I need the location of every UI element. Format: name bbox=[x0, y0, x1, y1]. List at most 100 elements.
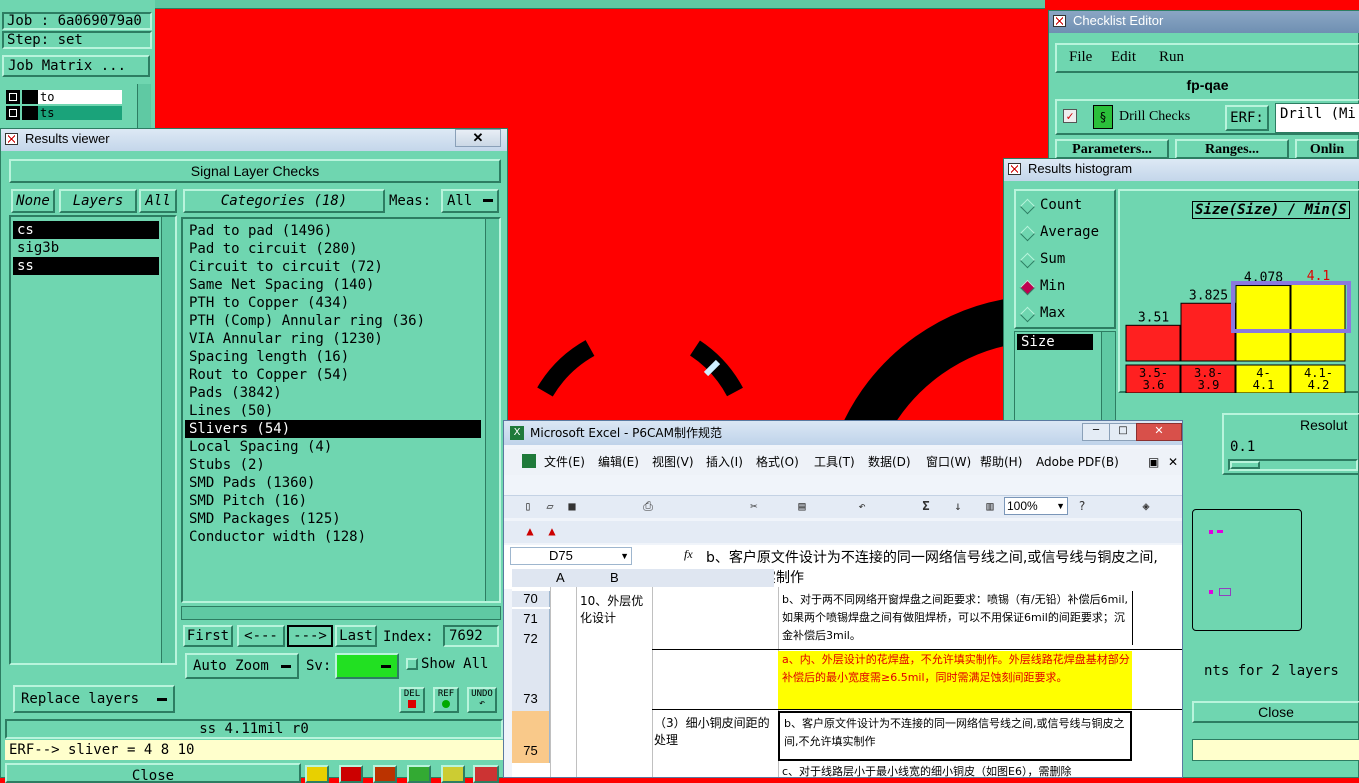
close-icon[interactable]: ✕ bbox=[455, 129, 501, 147]
parameters-button[interactable]: Parameters... bbox=[1055, 139, 1169, 159]
maximize-icon[interactable]: □ bbox=[1109, 423, 1137, 441]
menu-file[interactable]: File bbox=[1069, 49, 1092, 66]
cut-icon[interactable]: ✂ bbox=[746, 498, 762, 514]
sort-icon[interactable]: ↓ bbox=[950, 498, 966, 514]
layer-item-cs[interactable]: cs bbox=[13, 221, 159, 239]
excel-menu-item[interactable]: 编辑(E) bbox=[598, 449, 639, 475]
new-icon[interactable]: ▯ bbox=[520, 498, 536, 514]
first-button[interactable]: First bbox=[183, 625, 233, 647]
excel-menu-item[interactable]: Adobe PDF(B) bbox=[1036, 449, 1119, 475]
none-button[interactable]: None bbox=[11, 189, 55, 213]
category-item[interactable]: Stubs (2) bbox=[185, 456, 481, 474]
name-box[interactable]: D75 ▼ bbox=[510, 547, 632, 565]
mode-option-average[interactable]: Average bbox=[1019, 224, 1112, 244]
category-item[interactable]: Pad to circuit (280) bbox=[185, 240, 481, 258]
excel-menu-item[interactable]: 数据(D) bbox=[868, 449, 911, 475]
mode-option-sum[interactable]: Sum bbox=[1019, 251, 1112, 271]
pdf-email-icon[interactable]: ▲ bbox=[544, 523, 560, 539]
category-hscrollbar[interactable] bbox=[181, 606, 501, 620]
show-all-checkbox[interactable] bbox=[406, 658, 418, 670]
category-item[interactable]: Spacing length (16) bbox=[185, 348, 481, 366]
category-item[interactable]: Conductor width (128) bbox=[185, 528, 481, 546]
minimize-icon[interactable]: ─ bbox=[1082, 423, 1110, 441]
histogram-bar[interactable] bbox=[1290, 283, 1346, 362]
category-item[interactable]: Lines (50) bbox=[185, 402, 481, 420]
tool-icon[interactable] bbox=[339, 765, 363, 783]
row-header-73[interactable]: 73 bbox=[512, 649, 550, 711]
resolution-slider[interactable] bbox=[1228, 459, 1358, 471]
category-item[interactable]: Pad to pad (1496) bbox=[185, 222, 481, 240]
category-scrollbar[interactable] bbox=[485, 219, 499, 601]
print-icon[interactable]: ⎙ bbox=[640, 498, 656, 514]
category-item[interactable]: SMD Packages (125) bbox=[185, 510, 481, 528]
category-item[interactable]: PTH (Comp) Annular ring (36) bbox=[185, 312, 481, 330]
auto-zoom-dropdown[interactable]: Auto Zoom bbox=[185, 653, 299, 679]
excel-menu-item[interactable]: 格式(O) bbox=[756, 449, 799, 475]
mode-option-count[interactable]: Count bbox=[1019, 197, 1112, 217]
ref-button[interactable]: REF bbox=[433, 687, 459, 713]
category-item[interactable]: Slivers (54) bbox=[185, 420, 481, 438]
all-button[interactable]: All bbox=[139, 189, 177, 213]
histogram-bar[interactable] bbox=[1235, 285, 1291, 362]
excel-menu-item[interactable]: 窗口(W) bbox=[926, 449, 971, 475]
layer-row-ts[interactable]: ts bbox=[6, 106, 122, 121]
erf-input[interactable]: Drill (Mi bbox=[1275, 103, 1359, 133]
next-button[interactable]: ---> bbox=[287, 625, 333, 647]
excel-menu-item[interactable]: 工具(T) bbox=[814, 449, 855, 475]
layer-row-to[interactable]: to bbox=[6, 90, 122, 105]
category-item[interactable]: Pads (3842) bbox=[185, 384, 481, 402]
excel-menu-item[interactable]: 帮助(H) bbox=[980, 449, 1022, 475]
tool-icon[interactable] bbox=[441, 765, 465, 783]
save-icon[interactable]: ■ bbox=[564, 498, 580, 514]
sum-icon[interactable]: Σ bbox=[918, 498, 934, 514]
tool-icon[interactable] bbox=[305, 765, 329, 783]
undo-button[interactable]: UNDO ↶ bbox=[467, 687, 497, 713]
category-item[interactable]: SMD Pitch (16) bbox=[185, 492, 481, 510]
zoom-select[interactable]: 100% ▼ bbox=[1004, 497, 1068, 515]
row-header-70[interactable]: 70 bbox=[512, 591, 550, 607]
category-item[interactable]: Rout to Copper (54) bbox=[185, 366, 481, 384]
col-header-a[interactable]: A bbox=[556, 569, 565, 587]
layers-header[interactable]: Layers bbox=[59, 189, 137, 213]
ranges-button[interactable]: Ranges... bbox=[1175, 139, 1289, 159]
chart-icon[interactable] bbox=[473, 765, 499, 783]
close-doc-icon[interactable]: ✕ bbox=[1168, 455, 1178, 469]
menu-run[interactable]: Run bbox=[1159, 49, 1184, 66]
size-item[interactable]: Size bbox=[1017, 334, 1093, 350]
category-item[interactable]: Local Spacing (4) bbox=[185, 438, 481, 456]
prev-button[interactable]: <--- bbox=[237, 625, 285, 647]
category-item[interactable]: VIA Annular ring (1230) bbox=[185, 330, 481, 348]
excel-menu-item[interactable]: 文件(E) bbox=[544, 449, 585, 475]
close-button[interactable]: Close bbox=[5, 763, 301, 783]
online-button[interactable]: Onlin bbox=[1295, 139, 1359, 159]
index-input[interactable]: 7692 bbox=[443, 625, 499, 647]
open-icon[interactable]: ▱ bbox=[542, 498, 558, 514]
formula-input[interactable]: b、客户原文件设计为不连接的同一网络信号线之间,或信号线与铜皮之间,不允许填实制… bbox=[706, 548, 1168, 588]
help-icon[interactable]: ? bbox=[1074, 498, 1090, 514]
cell-d73[interactable]: a、内、外层设计的花焊盘，不允许填实制作。外层线路花焊盘基材部分补偿后的最小宽度… bbox=[778, 651, 1132, 709]
job-scrollbar[interactable] bbox=[137, 84, 151, 130]
category-item[interactable]: Circuit to circuit (72) bbox=[185, 258, 481, 276]
replace-layers-dropdown[interactable]: Replace layers bbox=[13, 685, 175, 713]
tool-icon[interactable] bbox=[407, 765, 431, 783]
cell-d70[interactable]: b、对于两不同网络开窗焊盘之间距要求：喷锡（有/无铅）补偿后6mil,如果两个喷… bbox=[782, 591, 1133, 645]
job-matrix-button[interactable]: Job Matrix ... bbox=[2, 55, 150, 77]
mode-option-max[interactable]: Max bbox=[1019, 305, 1112, 325]
tool-icon[interactable] bbox=[373, 765, 397, 783]
histogram-bar[interactable] bbox=[1125, 324, 1181, 362]
check-icon[interactable]: ✓ bbox=[1063, 109, 1077, 123]
excel-menu-item[interactable]: 视图(V) bbox=[652, 449, 694, 475]
meas-dropdown[interactable]: All bbox=[441, 189, 499, 213]
mode-option-min[interactable]: Min bbox=[1019, 278, 1112, 298]
category-item[interactable]: Same Net Spacing (140) bbox=[185, 276, 481, 294]
sv-color-dropdown[interactable] bbox=[335, 653, 399, 679]
layer-item-sig3b[interactable]: sig3b bbox=[13, 239, 159, 257]
row-header-71[interactable]: 71 bbox=[512, 609, 550, 629]
pdf-icon[interactable]: ▲ bbox=[522, 523, 538, 539]
paste-icon[interactable]: ▤ bbox=[794, 498, 810, 514]
fill-color-icon[interactable]: ◈ bbox=[1138, 498, 1154, 514]
col-header-b[interactable]: B bbox=[610, 569, 619, 587]
cell-d75-selected[interactable]: b、客户原文件设计为不连接的同一网络信号线之间,或信号线与铜皮之间,不允许填实制… bbox=[778, 711, 1132, 761]
last-button[interactable]: Last bbox=[335, 625, 377, 647]
chart-icon[interactable]: ▥ bbox=[982, 498, 998, 514]
